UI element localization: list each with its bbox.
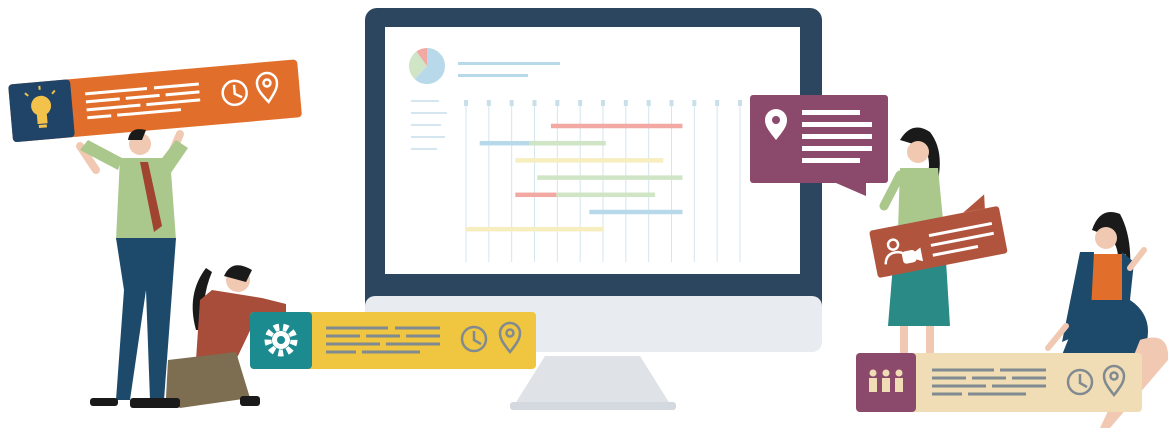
gantt-column-marker xyxy=(555,100,560,106)
illustration-scene xyxy=(8,8,1169,428)
gantt-column-marker xyxy=(509,100,514,106)
gantt-bar xyxy=(515,158,664,163)
gantt-column-marker xyxy=(646,100,651,106)
screen-subtitle-line xyxy=(458,74,528,77)
gantt-column-marker xyxy=(486,100,491,106)
list-item xyxy=(411,148,437,150)
gantt-column-marker xyxy=(532,100,537,106)
location-speech-bubble xyxy=(750,95,888,196)
screen-title-line xyxy=(458,62,560,65)
gantt-bar xyxy=(529,140,606,146)
gantt-bar xyxy=(550,123,683,129)
list-item xyxy=(411,136,445,138)
list-item xyxy=(411,100,439,102)
list-item xyxy=(411,124,441,126)
pie-chart-icon xyxy=(408,48,446,84)
gantt-bar xyxy=(537,175,683,180)
settings-event-card xyxy=(250,312,536,369)
monitor-screen xyxy=(385,27,800,274)
gantt-column-marker xyxy=(669,100,674,106)
monitor-stand xyxy=(513,356,672,407)
gantt-column-marker xyxy=(692,100,697,106)
gantt-bar xyxy=(556,192,656,198)
gantt-column-marker xyxy=(464,100,468,106)
gantt-bar xyxy=(589,209,683,215)
gantt-column-marker xyxy=(578,100,583,106)
monitor-base xyxy=(510,402,676,410)
gantt-column-marker xyxy=(738,100,742,106)
gantt-column-marker xyxy=(715,100,720,106)
list-item xyxy=(411,112,447,114)
gantt-column-marker xyxy=(623,100,628,106)
team-event-card xyxy=(856,353,1142,412)
gantt-column-marker xyxy=(601,100,605,106)
gantt-bar xyxy=(466,226,603,232)
idea-event-card xyxy=(8,59,302,143)
gantt-bar xyxy=(515,192,557,198)
team-icon xyxy=(869,369,903,392)
